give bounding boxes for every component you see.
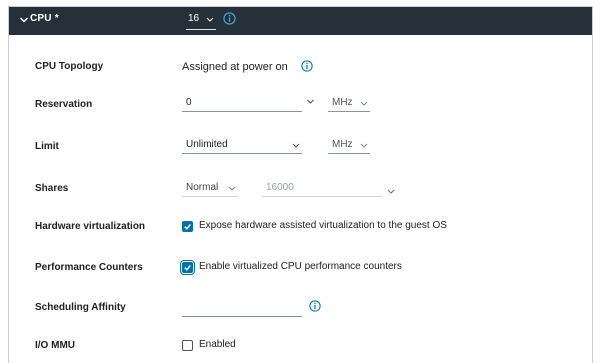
scheduling-affinity-input[interactable] — [182, 300, 302, 317]
io-mmu-checkbox[interactable] — [182, 340, 193, 351]
cpu-topology-label: CPU Topology — [35, 61, 104, 72]
chevron-down-icon — [292, 143, 300, 148]
limit-unit-select[interactable]: MHz — [328, 137, 370, 154]
cpu-section-title: CPU * — [30, 13, 59, 24]
reservation-value: 0 — [186, 97, 192, 108]
chevron-down-icon[interactable] — [387, 189, 395, 195]
checkmark-icon — [184, 224, 191, 230]
cpu-count-value: 16 — [188, 13, 200, 24]
performance-counters-text: Enable virtualized CPU performance count… — [199, 261, 402, 272]
shares-level-select[interactable]: Normal — [182, 180, 238, 197]
reservation-unit-select[interactable]: MHz — [328, 95, 370, 112]
checkmark-icon — [184, 265, 191, 271]
chevron-down-icon — [206, 17, 214, 22]
cpu-topology-value: Assigned at power on — [182, 61, 288, 73]
limit-input[interactable]: Unlimited — [182, 137, 302, 154]
reservation-input[interactable]: 0 — [182, 95, 302, 112]
limit-label: Limit — [35, 141, 59, 152]
info-icon[interactable] — [223, 12, 236, 25]
shares-level-value: Normal — [186, 182, 219, 193]
performance-counters-checkbox[interactable] — [180, 260, 195, 275]
hardware-virtualization-text: Expose hardware assisted virtualization … — [199, 220, 447, 231]
reservation-unit-value: MHz — [332, 97, 353, 108]
chevron-down-icon[interactable] — [306, 99, 315, 105]
hardware-virtualization-checkbox[interactable] — [182, 221, 193, 232]
cpu-panel: CPU * 16 CPU Topology Assigned at power … — [8, 6, 593, 363]
cpu-section-header[interactable]: CPU * 16 — [9, 7, 592, 35]
shares-label: Shares — [35, 183, 69, 194]
shares-value-input[interactable]: 16000 — [262, 180, 382, 197]
performance-counters-label: Performance Counters — [35, 262, 143, 273]
chevron-down-icon — [228, 186, 236, 191]
shares-value: 16000 — [266, 182, 294, 193]
chevron-down-icon[interactable] — [19, 15, 29, 25]
limit-value: Unlimited — [186, 139, 228, 150]
scheduling-affinity-label: Scheduling Affinity — [35, 302, 126, 313]
cpu-count-select[interactable]: 16 — [186, 11, 216, 30]
info-icon[interactable] — [309, 300, 321, 312]
io-mmu-label: I/O MMU — [35, 340, 75, 351]
chevron-down-icon — [360, 101, 368, 106]
limit-unit-value: MHz — [332, 139, 353, 150]
info-icon[interactable] — [301, 60, 313, 72]
reservation-label: Reservation — [35, 99, 93, 110]
io-mmu-text: Enabled — [199, 339, 236, 350]
hardware-virtualization-label: Hardware virtualization — [35, 221, 146, 232]
chevron-down-icon — [360, 143, 368, 148]
